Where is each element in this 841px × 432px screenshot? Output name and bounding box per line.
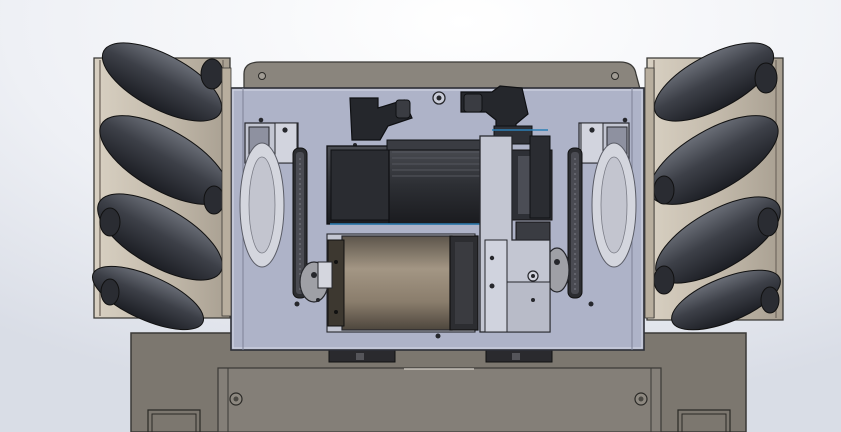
- cad-model-drawing: [0, 0, 841, 432]
- front-left-mecanum-wheel: [91, 42, 232, 331]
- top-lid: [243, 61, 641, 90]
- front-right-mecanum-wheel: [644, 42, 784, 331]
- chassis-cover: [217, 367, 662, 432]
- cad-viewport[interactable]: [0, 0, 841, 432]
- battery-pack: [317, 233, 479, 333]
